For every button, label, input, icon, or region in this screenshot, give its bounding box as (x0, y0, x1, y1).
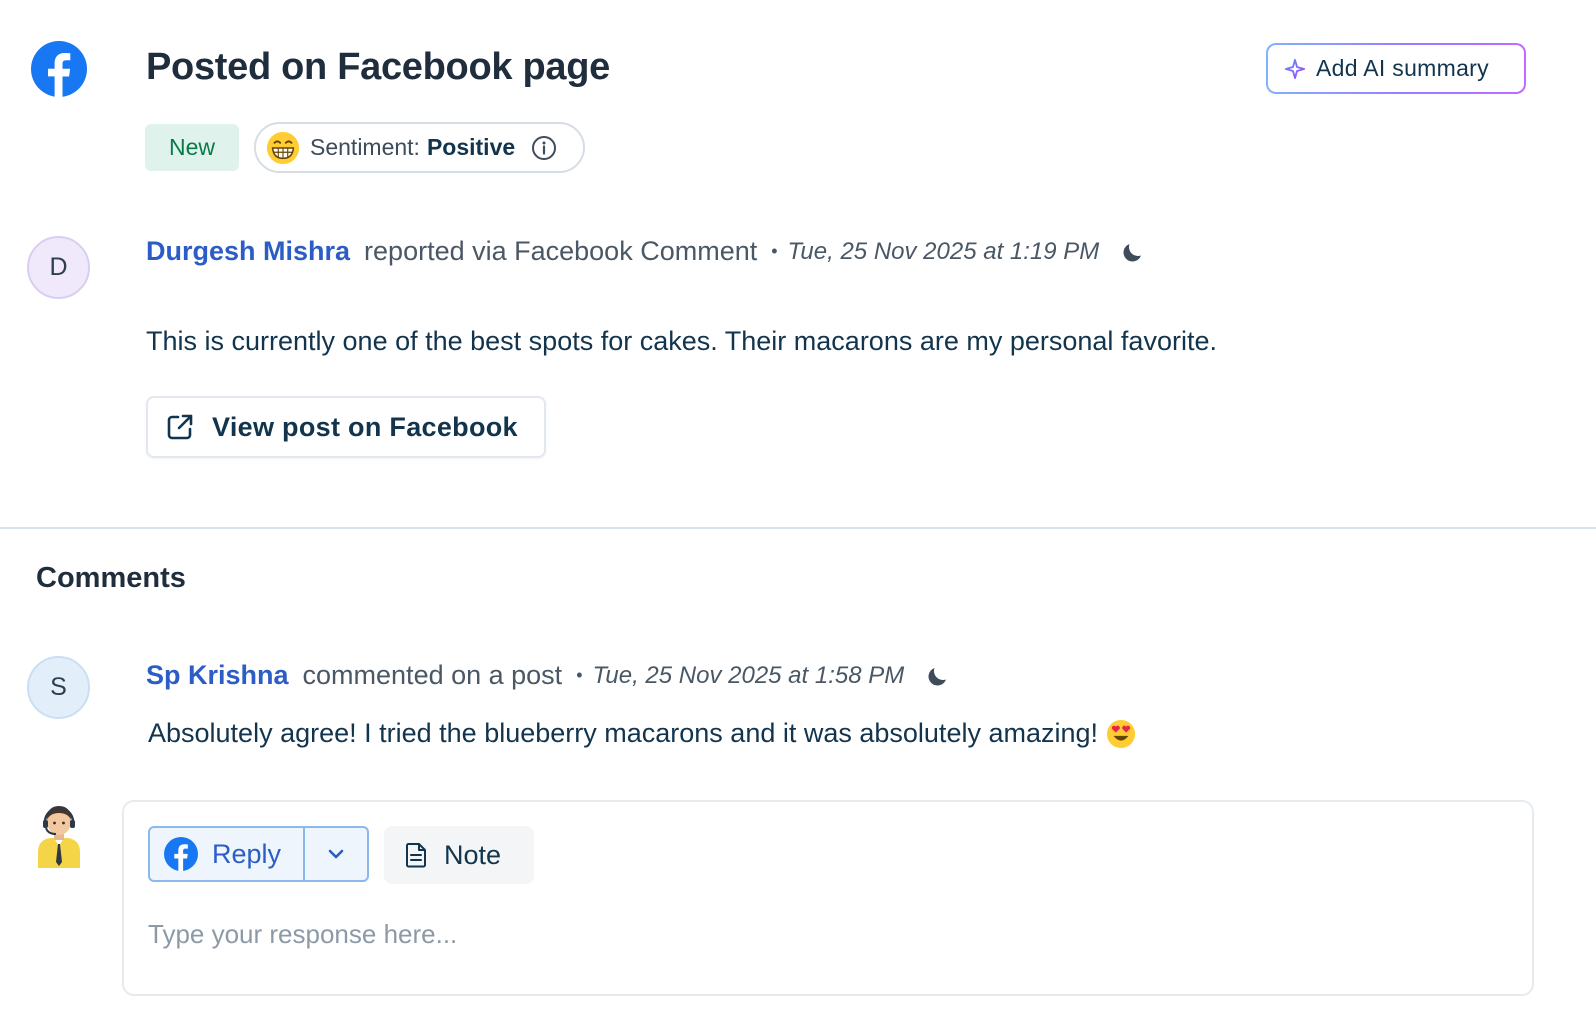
comments-heading: Comments (36, 562, 186, 594)
facebook-icon (164, 837, 198, 871)
post-author-link[interactable]: Durgesh Mishra (146, 236, 350, 267)
sentiment-pill: Sentiment: Positive (254, 122, 585, 173)
post-body: This is currently one of the best spots … (146, 326, 1217, 356)
sentiment-value: Positive (426, 134, 516, 160)
heart-eyes-icon (1106, 719, 1136, 748)
comment-body: Absolutely agree! I tried the blueberry … (148, 718, 1136, 749)
separator-dot: • (576, 665, 583, 685)
separator-dot: • (771, 241, 778, 261)
avatar: D (27, 236, 90, 299)
facebook-icon (31, 41, 87, 97)
comment-action-text: commented on a post (302, 660, 563, 690)
add-ai-summary-button[interactable]: Add AI summary (1266, 43, 1526, 94)
info-icon[interactable] (531, 135, 557, 161)
chevron-down-icon (328, 849, 344, 859)
view-post-on-facebook-button[interactable]: View post on Facebook (146, 396, 546, 458)
note-icon (406, 843, 426, 868)
moon-icon (1123, 243, 1142, 261)
post-timestamp: Tue, 25 Nov 2025 at 1:19 PM (787, 237, 1100, 265)
sentiment-label: Sentiment: (310, 134, 420, 160)
grinning-face-icon (266, 131, 300, 164)
agent-avatar-icon (38, 806, 80, 868)
avatar: S (27, 656, 90, 719)
reply-composer: Reply Note (122, 800, 1534, 996)
sparkle-icon (1284, 58, 1306, 79)
moon-icon (928, 667, 947, 685)
note-button[interactable]: Note (384, 826, 534, 884)
comment-timestamp: Tue, 25 Nov 2025 at 1:58 PM (592, 661, 905, 689)
reply-button[interactable]: Reply (150, 828, 303, 880)
reply-label: Reply (212, 838, 282, 869)
post-action-text: reported via Facebook Comment (364, 236, 758, 266)
view-post-label: View post on Facebook (212, 411, 518, 442)
page-title: Posted on Facebook page (146, 46, 610, 88)
comment-meta: Sp Krishna commented on a post • Tue, 25… (146, 660, 950, 691)
section-divider (0, 527, 1596, 529)
note-label: Note (444, 839, 502, 870)
ticket-view: Posted on Facebook page Add AI summary N… (0, 0, 1596, 1028)
reply-split-button: Reply (148, 826, 369, 882)
external-link-icon (167, 414, 193, 440)
add-ai-summary-label: Add AI summary (1316, 55, 1489, 81)
comment-author-link[interactable]: Sp Krishna (146, 660, 289, 691)
status-badge: New (145, 124, 239, 171)
comment-text: Absolutely agree! I tried the blueberry … (148, 718, 1099, 748)
response-input[interactable] (148, 912, 1508, 956)
post-meta: Durgesh Mishra reported via Facebook Com… (146, 236, 1145, 267)
reply-options-dropdown[interactable] (303, 828, 367, 880)
